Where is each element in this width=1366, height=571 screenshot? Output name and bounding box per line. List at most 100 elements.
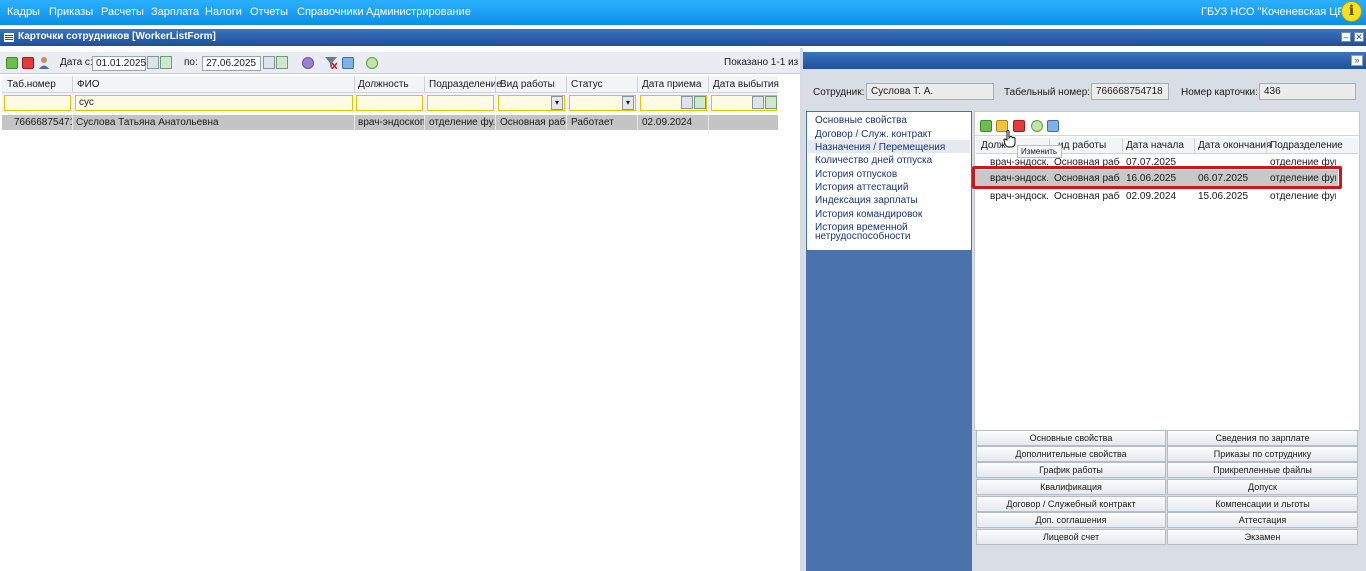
section-employee-orders-button[interactable]: Приказы по сотруднику	[1167, 446, 1358, 462]
nav-item-basic-properties[interactable]: Основные свойства	[815, 115, 907, 126]
menu-item-spravochniki[interactable]: Справочники	[297, 6, 364, 18]
add-icon[interactable]	[6, 57, 18, 69]
filter-clear-icon[interactable]	[325, 57, 337, 69]
section-contract-button[interactable]: Договор / Служебный контракт	[976, 496, 1166, 512]
print-dropdown-icon[interactable]	[1047, 120, 1059, 132]
add-icon[interactable]	[980, 120, 992, 132]
calendar-icon[interactable]	[147, 56, 159, 69]
col-department[interactable]: Подразделение	[1270, 140, 1343, 151]
refresh-icon[interactable]	[1031, 120, 1043, 132]
section-exam-button[interactable]: Экзамен	[1167, 529, 1358, 545]
section-personal-account-button[interactable]: Лицевой счет	[976, 529, 1166, 545]
cell-department: отделение фун...	[1270, 191, 1336, 202]
column-divider	[495, 115, 496, 130]
cell-fio: Суслова Татьяна Анатольевна	[76, 117, 219, 128]
card-sections-list: Основные свойства Договор / Служ. контра…	[807, 112, 971, 250]
column-divider	[354, 115, 355, 130]
organization-name: ГБУЗ НСО "Коченевская ЦРБ"	[1201, 6, 1356, 18]
section-attached-files-button[interactable]: Прикрепленные файлы	[1167, 462, 1358, 478]
menu-item-administrirovanie[interactable]: Администрирование	[366, 6, 471, 18]
date-from-field[interactable]: 01.01.2025	[92, 56, 146, 71]
employee-field: Суслова Т. А.	[866, 83, 994, 100]
menu-item-nalogi[interactable]: Налоги	[205, 6, 242, 18]
window-list-icon	[4, 33, 14, 42]
chevron-down-icon[interactable]: ▾	[551, 96, 563, 110]
section-work-schedule-button[interactable]: График работы	[976, 462, 1166, 478]
nav-item-assignments[interactable]: Назначения / Перемещения	[815, 142, 945, 153]
calendar-icon[interactable]	[263, 56, 275, 69]
col-position[interactable]: Должность	[358, 79, 409, 90]
list-toolbar: Дата с: 01.01.2025 по: 27.06.2025 Показа…	[0, 52, 807, 74]
employee-card-title-bar	[803, 52, 1366, 69]
nav-item-attestation-history[interactable]: История аттестаций	[815, 182, 908, 193]
delete-icon[interactable]	[22, 57, 34, 69]
records-count: Показано 1-1 из 1	[724, 57, 807, 68]
col-department[interactable]: Подразделение	[429, 79, 502, 90]
cell-status: Работает	[571, 117, 614, 128]
close-window-button[interactable]: ✕	[1354, 32, 1364, 42]
nav-item-contract[interactable]: Договор / Служ. контракт	[815, 129, 932, 140]
menu-item-raschety[interactable]: Расчеты	[101, 6, 144, 18]
col-end-date[interactable]: Дата окончания	[1198, 140, 1271, 151]
top-menu-bar: Кадры Приказы Расчеты Зарплата Налоги От…	[0, 0, 1366, 25]
col-hire-date[interactable]: Дата приема	[642, 79, 701, 90]
info-icon[interactable]: i	[1341, 1, 1362, 22]
settings-dropdown-icon[interactable]	[302, 57, 314, 69]
filter-position[interactable]	[356, 95, 423, 111]
section-qualification-button[interactable]: Квалификация	[976, 479, 1166, 495]
col-tab-number[interactable]: Таб.номер	[7, 79, 56, 90]
print-dropdown-icon[interactable]	[342, 57, 354, 69]
nav-item-sick-leave-line2[interactable]: нетрудоспособности	[815, 231, 910, 242]
nav-item-vacation-history[interactable]: История отпусков	[815, 169, 897, 180]
section-compensations-button[interactable]: Компенсации и льготы	[1167, 496, 1358, 512]
column-divider	[566, 115, 567, 130]
grid-header: Таб.номер ФИО Должность Подразделение Ви…	[2, 76, 779, 93]
column-divider	[495, 76, 496, 93]
nav-item-salary-indexation[interactable]: Индексация зарплаты	[815, 195, 918, 206]
date-clear-icon[interactable]	[694, 96, 706, 109]
col-work-type[interactable]: Вид работы	[500, 79, 555, 90]
date-clear-icon[interactable]	[276, 56, 288, 69]
column-divider	[354, 76, 355, 93]
menu-item-otchety[interactable]: Отчеты	[250, 6, 288, 18]
user-card-icon[interactable]	[38, 56, 50, 70]
section-basic-properties-button[interactable]: Основные свойства	[976, 430, 1166, 446]
date-to-field[interactable]: 27.06.2025	[202, 56, 261, 71]
col-fio[interactable]: ФИО	[77, 79, 100, 90]
section-salary-info-button[interactable]: Сведения по зарплате	[1167, 430, 1358, 446]
cell-department: отделение фу...	[429, 117, 495, 128]
col-leave-date[interactable]: Дата выбытия	[713, 79, 779, 90]
menu-item-prikazy[interactable]: Приказы	[49, 6, 93, 18]
menu-item-kadry[interactable]: Кадры	[7, 6, 40, 18]
cell-start-date: 02.09.2024	[1126, 191, 1177, 202]
col-start-date[interactable]: Дата начала	[1126, 140, 1184, 151]
column-divider	[708, 115, 709, 130]
nav-item-vacation-days[interactable]: Количество дней отпуска	[815, 155, 932, 166]
col-work-type[interactable]: ид работы	[1058, 140, 1106, 151]
section-additional-properties-button[interactable]: Дополнительные свойства	[976, 446, 1166, 462]
cell-hire-date: 02.09.2024	[642, 117, 693, 128]
edit-tooltip: Изменить	[1017, 145, 1062, 158]
filter-tab-number[interactable]	[4, 95, 71, 111]
filter-department[interactable]	[427, 95, 494, 111]
section-attestation-button[interactable]: Аттестация	[1167, 512, 1358, 528]
table-row[interactable]: врач-эндоск... Основная рабо... 02.09.20…	[976, 189, 1338, 204]
menu-item-zarplata[interactable]: Зарплата	[151, 6, 199, 18]
refresh-icon[interactable]	[366, 57, 378, 69]
expand-panel-button[interactable]: »	[1351, 55, 1363, 66]
date-clear-icon[interactable]	[765, 96, 777, 109]
tab-number-label: Табельный номер:	[1004, 87, 1091, 98]
date-clear-icon[interactable]	[160, 56, 172, 69]
section-access-button[interactable]: Допуск	[1167, 479, 1358, 495]
column-divider	[637, 76, 638, 93]
col-status[interactable]: Статус	[571, 79, 603, 90]
table-row[interactable]: 766668754718 Суслова Татьяна Анатольевна…	[2, 115, 778, 130]
chevron-down-icon[interactable]: ▾	[622, 96, 634, 110]
filter-fio[interactable]: сус	[75, 95, 353, 111]
calendar-icon[interactable]	[681, 96, 693, 109]
calendar-icon[interactable]	[752, 96, 764, 109]
nav-item-business-trips[interactable]: История командировок	[815, 209, 922, 220]
assignments-toolbar	[975, 116, 1359, 136]
minimize-button[interactable]: –	[1341, 32, 1351, 42]
section-supplementary-agreements-button[interactable]: Доп. соглашения	[976, 512, 1166, 528]
